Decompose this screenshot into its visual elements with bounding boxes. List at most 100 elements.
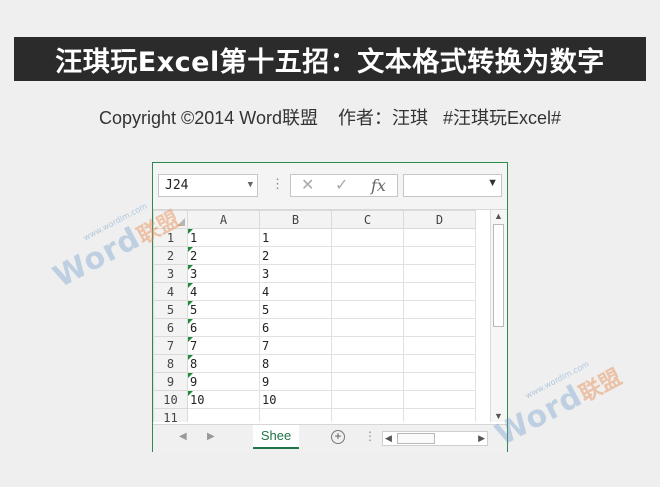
scroll-right-icon[interactable]: ▶ bbox=[478, 432, 485, 445]
horizontal-scrollbar[interactable]: ◀ ▶ bbox=[382, 431, 488, 446]
cell-b[interactable]: 7 bbox=[259, 336, 332, 355]
scroll-left-icon[interactable]: ◀ bbox=[385, 432, 392, 445]
vertical-scroll-thumb[interactable] bbox=[493, 224, 504, 327]
row-header[interactable]: 1 bbox=[153, 228, 188, 247]
cell-d[interactable] bbox=[403, 264, 476, 283]
formula-expand-icon[interactable]: ▼ bbox=[487, 177, 498, 189]
column-header-a[interactable]: A bbox=[187, 210, 260, 229]
cell-d[interactable] bbox=[403, 354, 476, 373]
prev-sheet-icon[interactable]: ◀ bbox=[179, 431, 187, 442]
cell-value: 1 bbox=[262, 230, 270, 245]
more-options-icon[interactable]: ⋮ bbox=[271, 176, 284, 192]
cell-d[interactable] bbox=[403, 246, 476, 265]
number-stored-as-text-indicator-icon[interactable] bbox=[188, 337, 193, 342]
cell-c[interactable] bbox=[331, 246, 404, 265]
cell-d[interactable] bbox=[403, 282, 476, 301]
scroll-down-icon[interactable]: ▼ bbox=[494, 411, 503, 421]
page-title-banner: 汪琪玩Excel第十五招：文本格式转换为数字 bbox=[14, 37, 646, 81]
name-box[interactable]: J24 ▼ bbox=[158, 174, 258, 197]
cell-d[interactable] bbox=[403, 408, 476, 422]
cell-b[interactable]: 2 bbox=[259, 246, 332, 265]
cell-d[interactable] bbox=[403, 372, 476, 391]
cell-c[interactable] bbox=[331, 282, 404, 301]
spreadsheet-grid[interactable]: A B C D 1 1 1 2 2 2 3 3 3 4 4 4 5 5 5 6 6 6 7 7 7 8 8 8 9 9 9 10 10 1… bbox=[153, 210, 488, 422]
tab-options-icon[interactable]: ⋮ bbox=[364, 429, 376, 443]
cell-value: 2 bbox=[262, 248, 270, 263]
number-stored-as-text-indicator-icon[interactable] bbox=[188, 301, 193, 306]
row-header[interactable]: 11 bbox=[153, 408, 188, 422]
row-header[interactable]: 5 bbox=[153, 300, 188, 319]
cell-a[interactable]: 3 bbox=[187, 264, 260, 283]
next-sheet-icon[interactable]: ▶ bbox=[207, 431, 215, 442]
add-sheet-icon[interactable]: + bbox=[331, 430, 345, 444]
select-all-corner[interactable] bbox=[153, 210, 188, 229]
cell-c[interactable] bbox=[331, 354, 404, 373]
column-header-c[interactable]: C bbox=[331, 210, 404, 229]
cell-a[interactable]: 4 bbox=[187, 282, 260, 301]
row-header[interactable]: 3 bbox=[153, 264, 188, 283]
cell-c[interactable] bbox=[331, 408, 404, 422]
row-header[interactable]: 4 bbox=[153, 282, 188, 301]
cell-d[interactable] bbox=[403, 336, 476, 355]
cell-c[interactable] bbox=[331, 336, 404, 355]
cell-d[interactable] bbox=[403, 228, 476, 247]
cell-a[interactable] bbox=[187, 408, 260, 422]
cell-c[interactable] bbox=[331, 372, 404, 391]
column-header-d[interactable]: D bbox=[403, 210, 476, 229]
horizontal-scroll-thumb[interactable] bbox=[397, 433, 435, 444]
sheet-tab[interactable]: Shee bbox=[253, 425, 299, 449]
cell-b[interactable]: 6 bbox=[259, 318, 332, 337]
cell-b[interactable]: 1 bbox=[259, 228, 332, 247]
number-stored-as-text-indicator-icon[interactable] bbox=[188, 229, 193, 234]
cancel-icon[interactable]: ✕ bbox=[301, 177, 314, 195]
cell-b[interactable]: 9 bbox=[259, 372, 332, 391]
cell-d[interactable] bbox=[403, 300, 476, 319]
cell-b[interactable]: 10 bbox=[259, 390, 332, 409]
cell-c[interactable] bbox=[331, 318, 404, 337]
number-stored-as-text-indicator-icon[interactable] bbox=[188, 373, 193, 378]
cell-b[interactable]: 3 bbox=[259, 264, 332, 283]
row-header[interactable]: 7 bbox=[153, 336, 188, 355]
copyright-line: Copyright ©2014 Word联盟 作者：汪琪 #汪琪玩Excel# bbox=[98, 108, 562, 128]
table-row: 111 bbox=[153, 228, 476, 247]
number-stored-as-text-indicator-icon[interactable] bbox=[188, 265, 193, 270]
number-stored-as-text-indicator-icon[interactable] bbox=[188, 355, 193, 360]
insert-function-icon[interactable]: fx bbox=[371, 177, 386, 195]
cell-a[interactable]: 8 bbox=[187, 354, 260, 373]
cell-value: 7 bbox=[262, 338, 270, 353]
cell-b[interactable]: 4 bbox=[259, 282, 332, 301]
cell-a[interactable]: 5 bbox=[187, 300, 260, 319]
cell-b[interactable]: 5 bbox=[259, 300, 332, 319]
row-header[interactable]: 10 bbox=[153, 390, 188, 409]
row-header[interactable]: 8 bbox=[153, 354, 188, 373]
number-stored-as-text-indicator-icon[interactable] bbox=[188, 283, 193, 288]
cell-a[interactable]: 7 bbox=[187, 336, 260, 355]
cell-c[interactable] bbox=[331, 390, 404, 409]
cell-a[interactable]: 6 bbox=[187, 318, 260, 337]
formula-input[interactable]: ▼ bbox=[403, 174, 502, 197]
cell-d[interactable] bbox=[403, 318, 476, 337]
scroll-up-icon[interactable]: ▲ bbox=[494, 211, 503, 221]
enter-icon[interactable]: ✓ bbox=[335, 177, 348, 195]
cell-a[interactable]: 9 bbox=[187, 372, 260, 391]
row-header[interactable]: 9 bbox=[153, 372, 188, 391]
cell-a[interactable]: 10 bbox=[187, 390, 260, 409]
cell-c[interactable] bbox=[331, 264, 404, 283]
cell-b[interactable]: 8 bbox=[259, 354, 332, 373]
vertical-scrollbar[interactable]: ▲ ▼ bbox=[490, 210, 507, 422]
row-header[interactable]: 2 bbox=[153, 246, 188, 265]
number-stored-as-text-indicator-icon[interactable] bbox=[188, 391, 193, 396]
column-header-b[interactable]: B bbox=[259, 210, 332, 229]
row-header[interactable]: 6 bbox=[153, 318, 188, 337]
cell-a[interactable]: 1 bbox=[187, 228, 260, 247]
cell-c[interactable] bbox=[331, 300, 404, 319]
cell-a[interactable]: 2 bbox=[187, 246, 260, 265]
cell-b[interactable] bbox=[259, 408, 332, 422]
watermark-cn: 联盟 bbox=[575, 364, 627, 408]
cell-d[interactable] bbox=[403, 390, 476, 409]
cell-c[interactable] bbox=[331, 228, 404, 247]
number-stored-as-text-indicator-icon[interactable] bbox=[188, 319, 193, 324]
name-box-dropdown-icon[interactable]: ▼ bbox=[248, 175, 253, 196]
table-row: 10 10 10 bbox=[153, 390, 476, 409]
number-stored-as-text-indicator-icon[interactable] bbox=[188, 247, 193, 252]
